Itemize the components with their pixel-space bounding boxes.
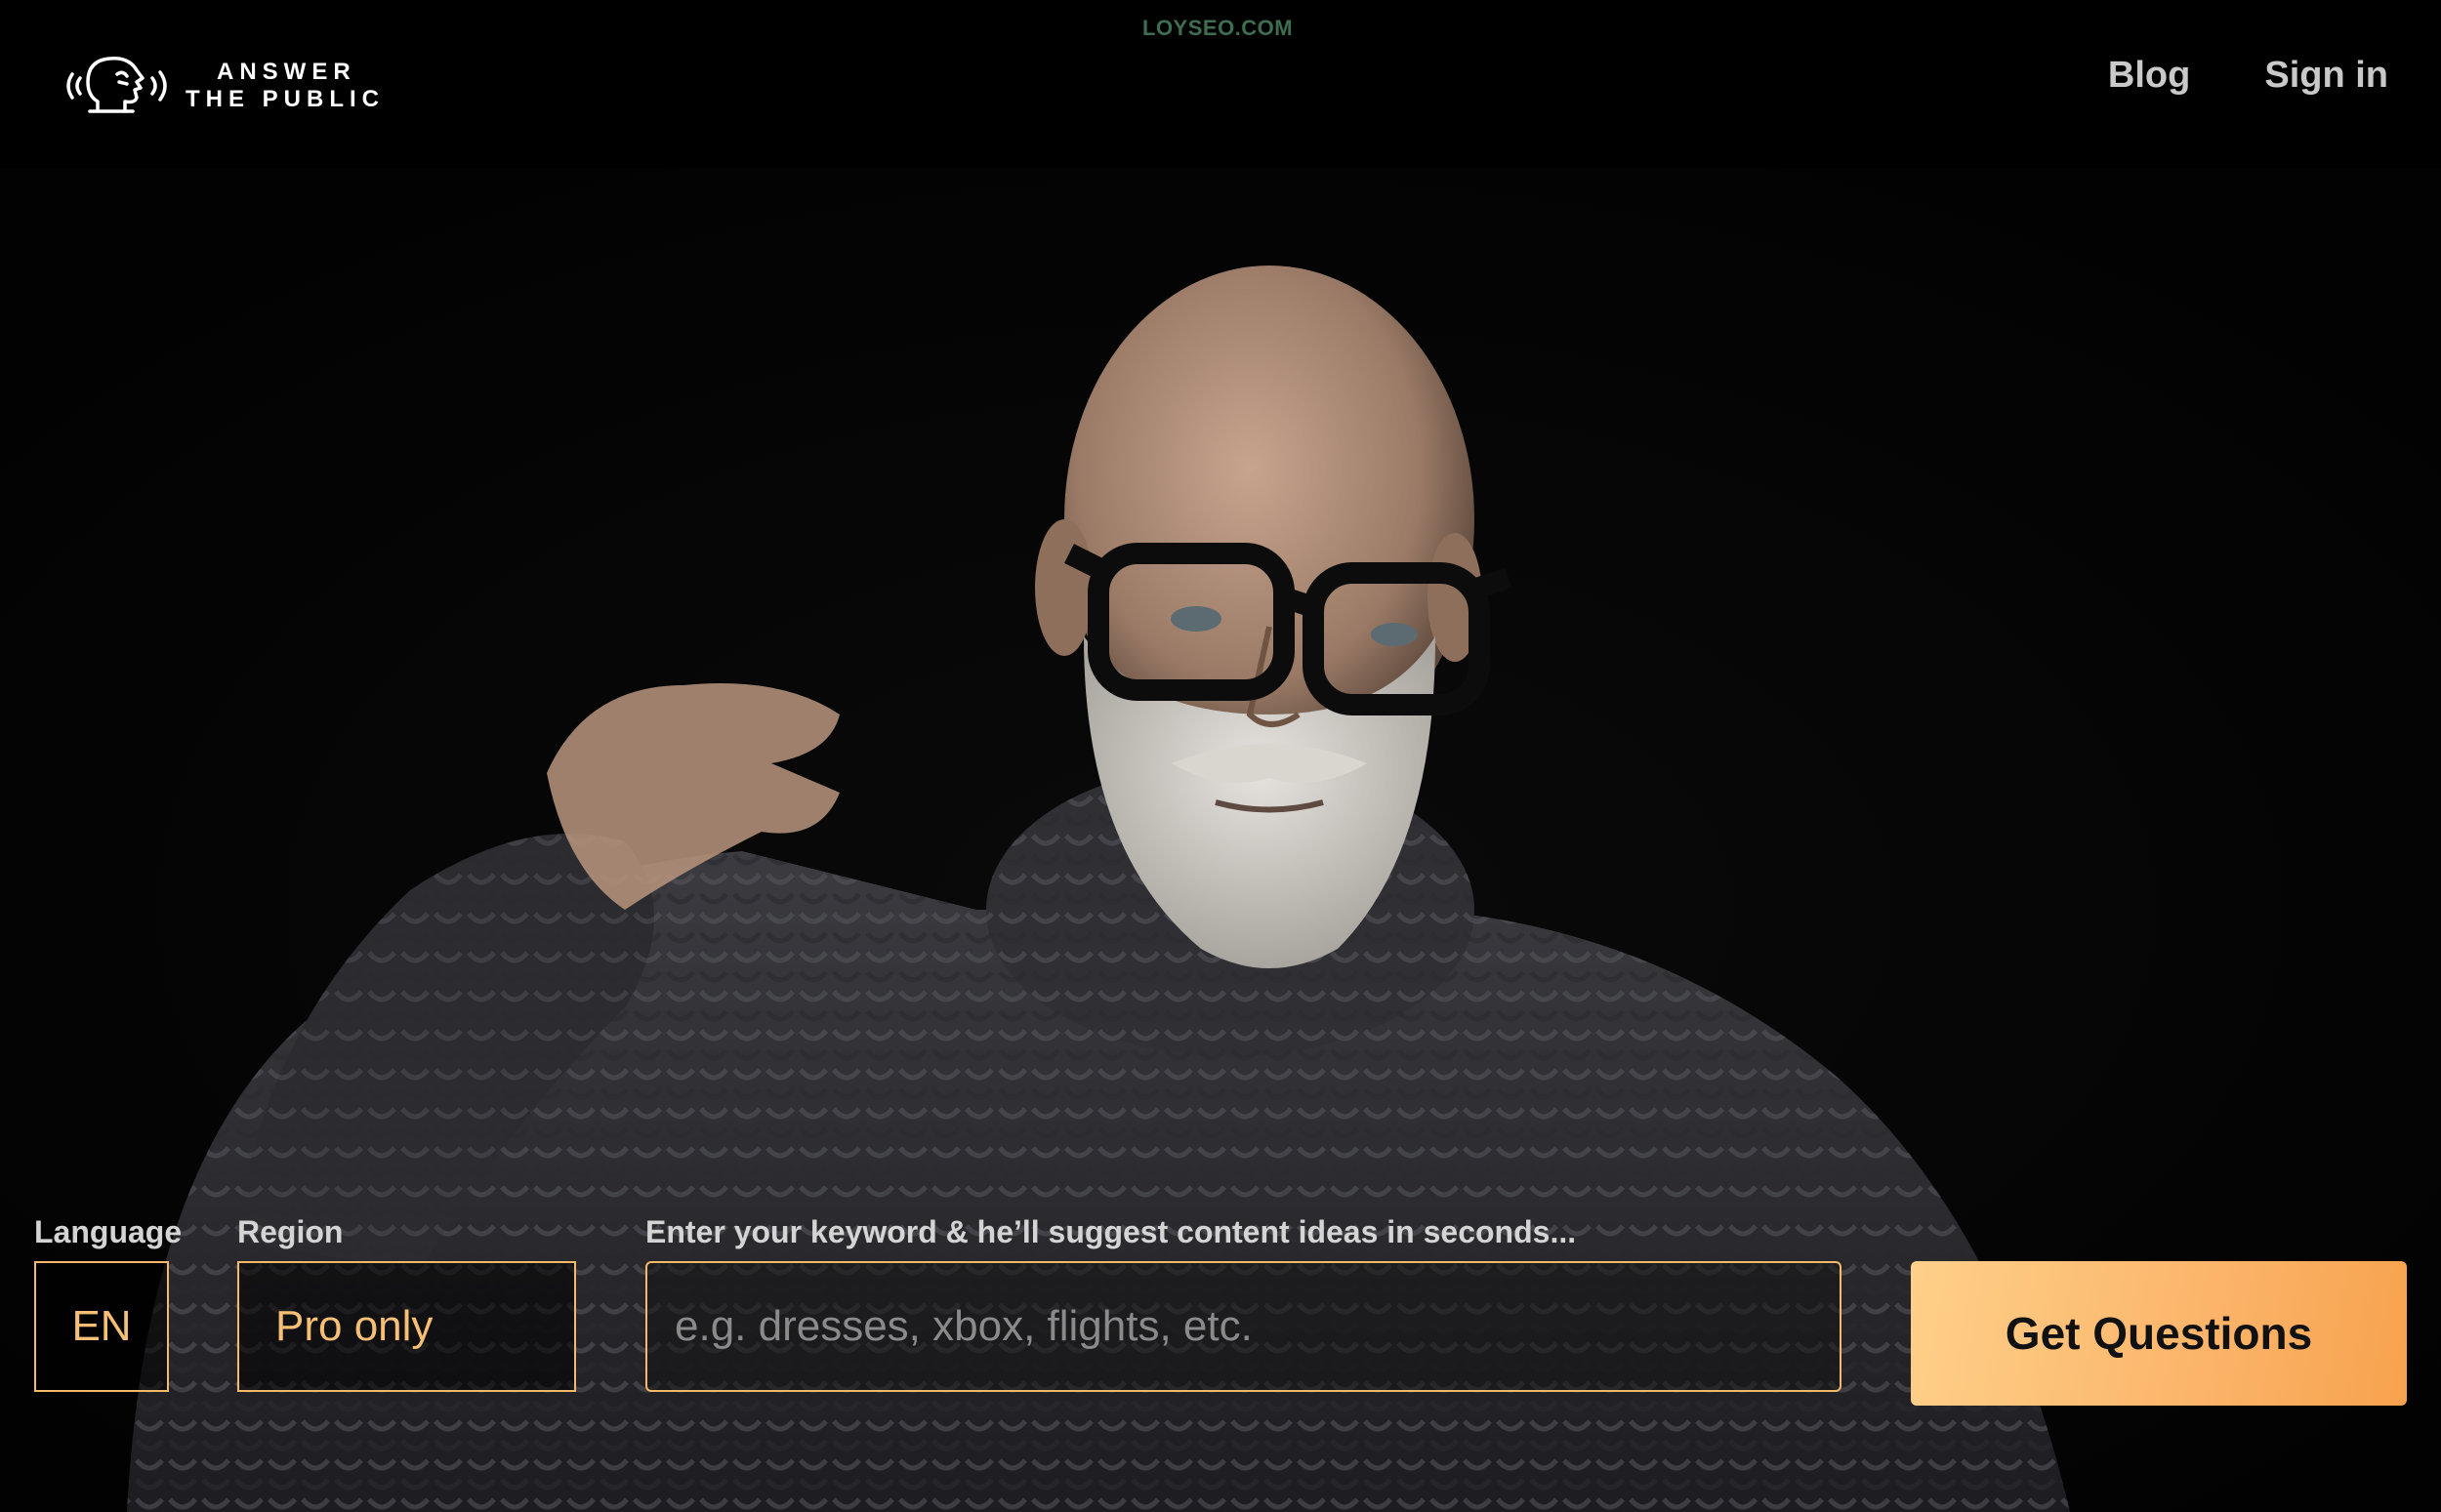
brand-line-1: ANSWER — [217, 59, 356, 85]
page: LOYSEO.COM ANSWER THE PUBLIC Blog Sign i… — [0, 0, 2441, 1512]
language-select[interactable]: EN — [34, 1261, 169, 1392]
region-select[interactable]: Pro only — [237, 1261, 576, 1392]
keyword-input-wrapper — [645, 1261, 1841, 1392]
site-header: LOYSEO.COM ANSWER THE PUBLIC Blog Sign i… — [0, 0, 2441, 168]
region-label: Region — [237, 1214, 344, 1249]
keyword-label: Enter your keyword & he’ll suggest conte… — [645, 1214, 1577, 1249]
search-form: Language Region Enter your keyword & he’… — [0, 1210, 2441, 1445]
speaking-head-icon — [59, 45, 172, 127]
get-questions-button[interactable]: Get Questions — [1911, 1261, 2407, 1406]
language-label: Language — [34, 1214, 183, 1249]
brand-line-2: THE PUBLIC — [186, 86, 385, 112]
keyword-input[interactable] — [673, 1262, 1840, 1391]
top-nav: Blog Sign in — [2108, 51, 2388, 100]
blog-link[interactable]: Blog — [2108, 51, 2190, 100]
brand-wordmark: ANSWER THE PUBLIC — [186, 59, 385, 113]
sign-in-link[interactable]: Sign in — [2264, 51, 2388, 100]
watermark-text: LOYSEO.COM — [1142, 16, 1294, 40]
brand-logo[interactable]: ANSWER THE PUBLIC — [59, 45, 410, 127]
